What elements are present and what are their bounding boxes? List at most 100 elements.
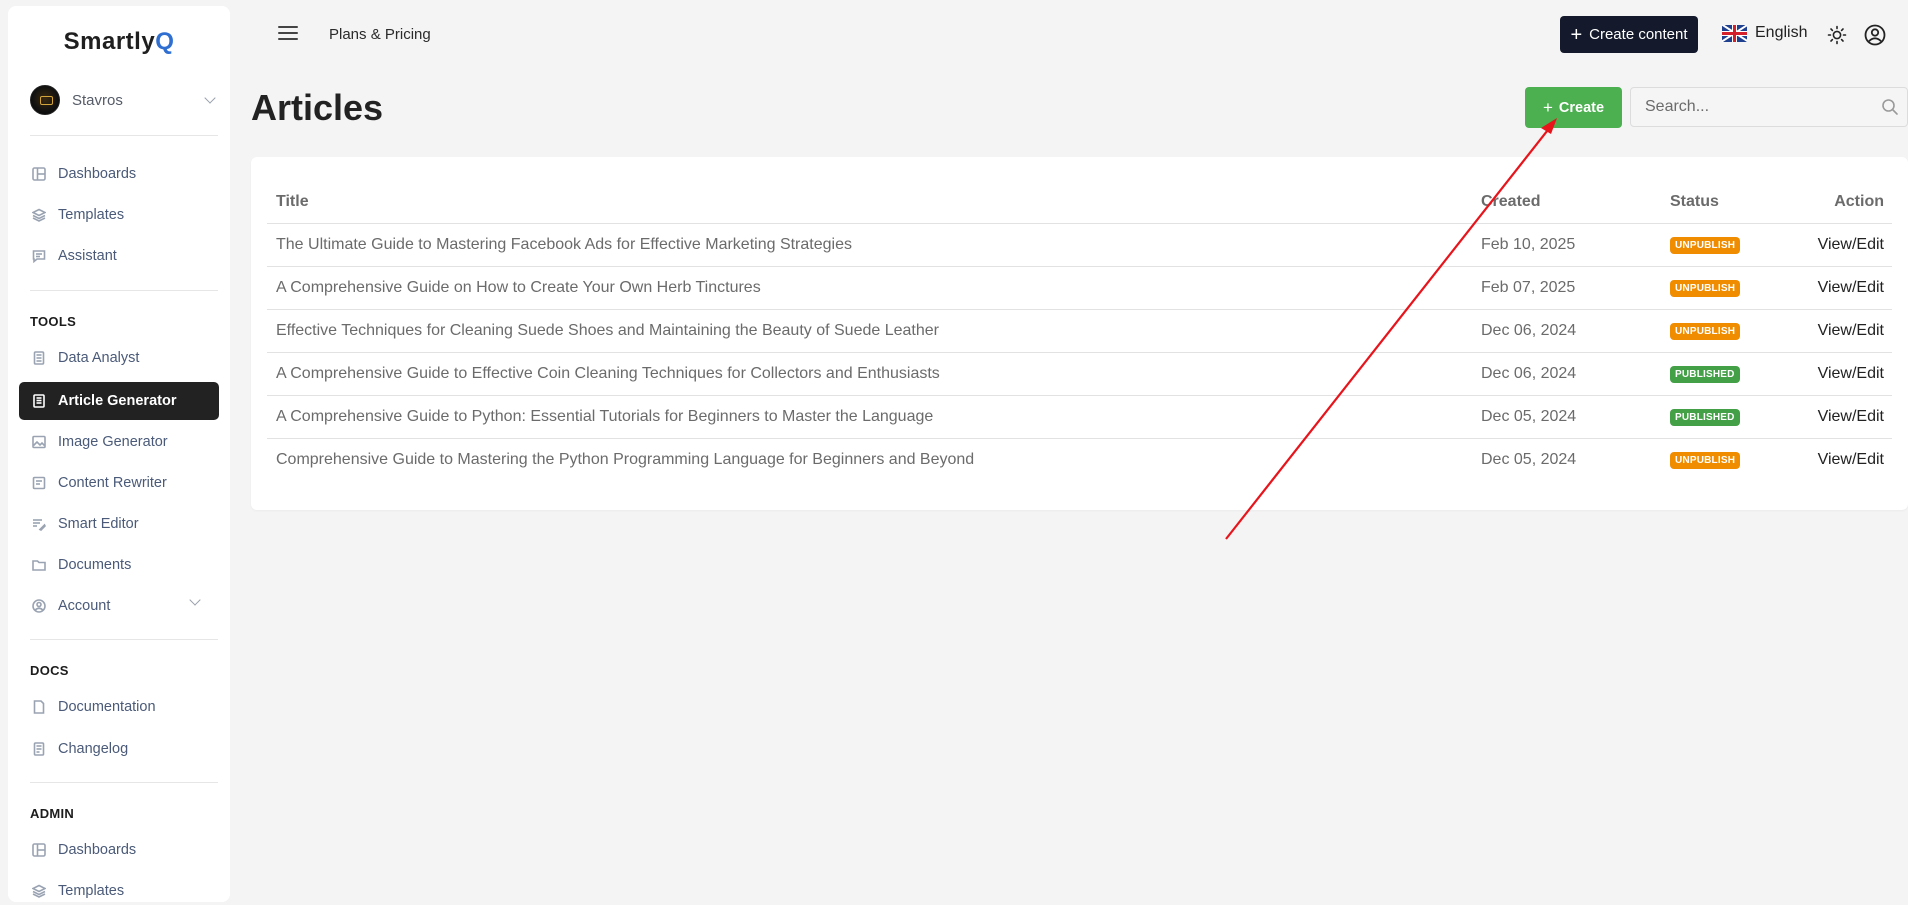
table-row: Comprehensive Guide to Mastering the Pyt… [267, 438, 1892, 481]
status-cell: UNPUBLISH [1661, 223, 1796, 267]
sidebar-item-label: Documentation [58, 699, 156, 715]
status-cell: UNPUBLISH [1661, 266, 1796, 310]
sidebar-item-dashboards[interactable]: Dashboards [19, 155, 219, 193]
search-input[interactable] [1631, 88, 1907, 126]
column-header-action: Action [1796, 181, 1892, 224]
sidebar-item-label: Account [58, 598, 111, 614]
dashboard-icon [31, 167, 46, 182]
search-icon[interactable] [1881, 98, 1899, 116]
article-title: A Comprehensive Guide on How to Create Y… [267, 266, 1472, 310]
menu-toggle-icon[interactable] [278, 26, 298, 42]
sidebar-item-documentation[interactable]: Documentation [19, 688, 219, 726]
view-edit-link[interactable]: View/Edit [1818, 279, 1884, 296]
articles-table: Title Created Status Action The Ultimate… [267, 181, 1892, 481]
status-badge: UNPUBLISH [1670, 323, 1741, 340]
brand-logo[interactable]: SmartlyQ [8, 28, 230, 56]
sidebar-item-changelog[interactable]: Changelog [19, 730, 219, 768]
article-title: A Comprehensive Guide to Python: Essenti… [267, 395, 1472, 439]
article-title: Comprehensive Guide to Mastering the Pyt… [276, 450, 975, 468]
rewrite-icon [31, 476, 46, 491]
view-edit-link[interactable]: View/Edit [1818, 322, 1884, 339]
file-icon [31, 700, 46, 715]
status-badge: PUBLISHED [1670, 366, 1740, 383]
article-created: Feb 07, 2025 [1472, 266, 1661, 310]
status-badge: UNPUBLISH [1670, 237, 1741, 254]
theme-toggle-sun-icon[interactable] [1827, 25, 1847, 45]
action-cell: View/Edit [1796, 223, 1892, 267]
sidebar-item-data-analyst[interactable]: Data Analyst [19, 339, 219, 377]
status-badge: UNPUBLISH [1670, 452, 1741, 470]
table-row: A Comprehensive Guide to Effective Coin … [267, 352, 1892, 396]
sidebar-item-assistant[interactable]: Assistant [19, 237, 219, 275]
view-edit-link[interactable]: View/Edit [1818, 365, 1884, 382]
image-icon [31, 435, 46, 450]
status-badge: UNPUBLISH [1670, 280, 1741, 297]
plus-icon: + [1542, 98, 1553, 117]
folder-icon [31, 558, 46, 573]
dashboard-icon [31, 843, 46, 858]
sidebar-item-templates[interactable]: Templates [19, 196, 219, 234]
sidebar-item-label: Dashboards [58, 842, 137, 858]
sidebar-item-label: Image Generator [58, 434, 168, 450]
create-button-label: Create [1558, 99, 1605, 116]
sidebar-item-admin-templates[interactable]: Templates [19, 872, 219, 902]
table-row: A Comprehensive Guide on How to Create Y… [267, 266, 1892, 310]
sidebar-item-label: Dashboards [58, 166, 137, 182]
create-content-button[interactable]: + Create content [1560, 16, 1698, 53]
uk-flag-icon [1722, 24, 1747, 42]
sidebar-item-documents[interactable]: Documents [19, 546, 219, 584]
view-edit-link[interactable]: View/Edit [1818, 451, 1884, 468]
language-label: English [1755, 24, 1808, 41]
sidebar-item-label: Assistant [58, 248, 117, 264]
section-title-docs: DOCS [30, 663, 69, 678]
sidebar-item-smart-editor[interactable]: Smart Editor [19, 505, 219, 543]
action-cell: View/Edit [1796, 266, 1892, 310]
action-cell: View/Edit [1796, 309, 1892, 353]
section-title-admin: ADMIN [30, 806, 75, 821]
action-cell: View/Edit [1796, 395, 1892, 439]
sidebar-item-article-generator[interactable]: Article Generator [19, 382, 219, 420]
avatar [30, 85, 60, 115]
divider [30, 639, 218, 640]
sidebar-item-image-generator[interactable]: Image Generator [19, 423, 219, 461]
sidebar-item-label: Documents [58, 557, 132, 573]
column-header-created[interactable]: Created [1472, 181, 1661, 224]
document-icon [31, 394, 46, 409]
sidebar-item-account[interactable]: Account [19, 587, 219, 625]
status-badge: PUBLISHED [1670, 409, 1740, 426]
divider [30, 782, 218, 783]
article-created: Feb 10, 2025 [1472, 223, 1661, 267]
create-content-label: Create content [1589, 26, 1688, 43]
divider [30, 290, 218, 291]
user-menu[interactable]: Stavros [30, 84, 220, 116]
article-created: Dec 05, 2024 [1481, 450, 1577, 468]
sidebar-item-content-rewriter[interactable]: Content Rewriter [19, 464, 219, 502]
action-cell: View/Edit [1796, 438, 1892, 481]
search-box [1630, 87, 1908, 127]
action-cell: View/Edit [1796, 352, 1892, 396]
sidebar-item-label: Article Generator [58, 393, 177, 409]
language-selector[interactable]: English [1722, 24, 1807, 42]
view-edit-link[interactable]: View/Edit [1818, 408, 1884, 425]
article-created: Dec 05, 2024 [1472, 395, 1661, 439]
changelog-icon [31, 742, 46, 757]
article-created: Dec 06, 2024 [1472, 309, 1661, 353]
chevron-down-icon [204, 92, 216, 104]
chat-icon [31, 249, 46, 264]
status-cell: UNPUBLISH [1661, 309, 1796, 353]
create-article-button[interactable]: + Create [1525, 87, 1622, 128]
user-profile-icon[interactable] [1864, 24, 1886, 46]
column-header-title[interactable]: Title [267, 181, 1472, 224]
column-header-status[interactable]: Status [1661, 181, 1796, 224]
page-title: Articles [251, 87, 384, 128]
sidebar-item-admin-dashboards[interactable]: Dashboards [19, 831, 219, 869]
sidebar-item-label: Templates [58, 883, 125, 899]
user-icon [31, 599, 46, 614]
table-header-row: Title Created Status Action [267, 181, 1892, 224]
divider [30, 135, 218, 136]
status-cell: UNPUBLISH [1661, 438, 1796, 481]
section-title-tools: TOOLS [30, 314, 77, 329]
table-row: The Ultimate Guide to Mastering Facebook… [267, 223, 1892, 267]
plans-pricing-link[interactable]: Plans & Pricing [329, 26, 431, 43]
view-edit-link[interactable]: View/Edit [1818, 236, 1884, 253]
